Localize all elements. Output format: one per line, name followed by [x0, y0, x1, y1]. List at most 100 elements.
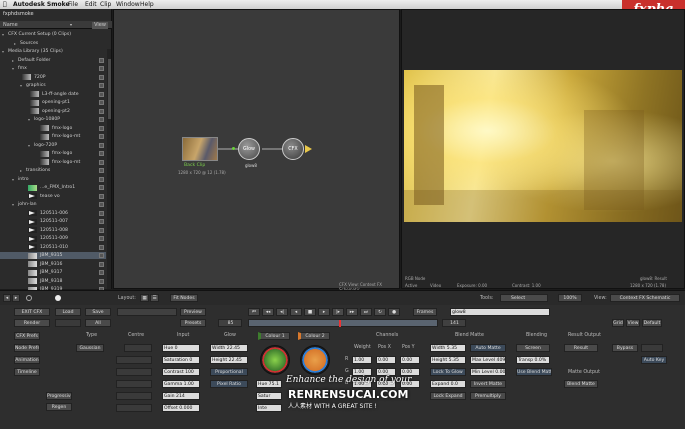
- collapse-arrow-icon[interactable]: ▸: [20, 167, 22, 174]
- expand-field[interactable]: Expand 0.0: [430, 380, 466, 388]
- library-row[interactable]: opening-pt2: [0, 108, 106, 115]
- row-checkbox[interactable]: [99, 57, 104, 63]
- row-checkbox[interactable]: [99, 159, 104, 165]
- play-back-icon[interactable]: ◂: [3, 294, 11, 302]
- preview-button[interactable]: Preview: [180, 308, 206, 316]
- frame-end-field[interactable]: 141: [442, 319, 466, 327]
- hue-field[interactable]: Hue 0: [162, 344, 200, 352]
- menu-help[interactable]: Help: [140, 1, 154, 8]
- library-row[interactable]: 120511-006: [0, 210, 106, 217]
- row-checkbox[interactable]: [99, 278, 104, 284]
- row-checkbox[interactable]: [99, 108, 104, 114]
- app-menu[interactable]: Autodesk Smoke: [13, 1, 70, 8]
- row-checkbox[interactable]: [99, 117, 104, 122]
- frames-button[interactable]: Frames: [413, 308, 437, 316]
- row-checkbox[interactable]: [99, 66, 104, 71]
- load-button[interactable]: Load: [55, 308, 81, 316]
- centre-field-6[interactable]: [116, 404, 152, 412]
- exit-cfx-button[interactable]: EXIT CFX: [14, 308, 50, 316]
- view-button-panel[interactable]: View: [626, 319, 640, 327]
- library-row[interactable]: ▾ fmx: [0, 65, 106, 72]
- setup-name-field[interactable]: [117, 308, 177, 316]
- library-row[interactable]: 120511-007: [0, 218, 106, 225]
- library-row[interactable]: tease vo: [0, 193, 106, 200]
- stop-icon[interactable]: ■: [304, 308, 316, 316]
- colour-hue-field[interactable]: Hue 75.1: [256, 380, 282, 388]
- layout-list-icon[interactable]: ☰: [150, 294, 159, 302]
- library-row[interactable]: opening-pt1: [0, 99, 106, 106]
- max-level-field[interactable]: Max Level 4095: [470, 356, 506, 364]
- result-output-dropdown[interactable]: Result: [564, 344, 598, 352]
- posx-r-field[interactable]: 0.00: [376, 356, 396, 364]
- glow-input-dot-icon[interactable]: [232, 147, 235, 150]
- type-dropdown[interactable]: Gaussian: [76, 344, 104, 352]
- library-row[interactable]: ▸ transitions: [0, 167, 106, 174]
- matte-output-dropdown[interactable]: Blend Matte: [564, 380, 598, 388]
- go-start-icon[interactable]: ⏮: [248, 308, 260, 316]
- library-row[interactable]: fmx-logo-mt: [0, 133, 106, 140]
- colour1-tab[interactable]: Colour 1: [258, 332, 290, 340]
- expand-arrow-icon[interactable]: ▾: [28, 142, 30, 149]
- row-checkbox[interactable]: [99, 125, 104, 131]
- expand-arrow-icon[interactable]: ▾: [12, 65, 14, 72]
- library-row[interactable]: JBM_9316: [0, 261, 106, 268]
- blend-matte-height-field[interactable]: Height 5.35: [430, 356, 466, 364]
- invert-matte-button[interactable]: Invert Matte: [470, 380, 506, 388]
- expand-arrow-icon[interactable]: ▾: [12, 201, 14, 208]
- clip-name-field[interactable]: glow8: [450, 308, 550, 316]
- row-checkbox[interactable]: [99, 100, 104, 105]
- glow-height-field[interactable]: Height 22.45: [210, 356, 248, 364]
- library-row[interactable]: JBM_9315: [0, 252, 106, 259]
- progressive-button[interactable]: Progressive: [46, 392, 72, 400]
- saturation-field[interactable]: Saturation 0: [162, 356, 200, 364]
- timeline-scrubber[interactable]: [248, 319, 438, 327]
- library-row[interactable]: JBM_9317: [0, 269, 106, 276]
- prev-frame-icon[interactable]: ◂|: [276, 308, 288, 316]
- back-clip-node[interactable]: [182, 137, 218, 161]
- auto-key-toggle[interactable]: Auto Key: [641, 356, 667, 364]
- bypass-button[interactable]: Bypass: [612, 344, 638, 352]
- lock-expand-button[interactable]: Lock Expand: [430, 392, 466, 400]
- expand-arrow-icon[interactable]: ▾: [2, 31, 4, 38]
- colour1-wheel[interactable]: [260, 345, 290, 375]
- posy-r-field[interactable]: 0.00: [400, 356, 420, 364]
- min-level-field[interactable]: Min Level 0.00: [470, 368, 506, 376]
- schematic-view[interactable]: Back Clip 1280 x 720 @ 12 (1.78) Glow gl…: [113, 9, 400, 292]
- centre-field-3[interactable]: [116, 368, 152, 376]
- row-checkbox[interactable]: [99, 210, 104, 216]
- radio-on-icon[interactable]: [55, 295, 61, 301]
- render-dropdown[interactable]: Render: [14, 319, 50, 327]
- image-viewer[interactable]: RGB Node Active Video Exposure: 0.00 Con…: [401, 9, 685, 289]
- weight-r-field[interactable]: 1.00: [352, 356, 372, 364]
- menu-edit[interactable]: Edit: [85, 1, 97, 8]
- play-reverse-icon[interactable]: ◂: [290, 308, 302, 316]
- step-forward-icon[interactable]: ▸▸: [346, 308, 358, 316]
- glow-node[interactable]: Glow: [238, 138, 260, 160]
- lock-to-glow-button[interactable]: Lock To Glow: [430, 368, 466, 376]
- expand-arrow-icon[interactable]: ▾: [12, 176, 14, 183]
- playhead[interactable]: [339, 320, 341, 327]
- row-checkbox[interactable]: [99, 227, 104, 233]
- library-row[interactable]: 120511-008: [0, 227, 106, 234]
- colour2-tab[interactable]: Colour 2: [298, 332, 330, 340]
- timeline-button[interactable]: Timeline: [14, 368, 40, 376]
- next-frame-icon[interactable]: |▸: [332, 308, 344, 316]
- frame-start-field[interactable]: 85: [218, 319, 242, 327]
- proportional-toggle[interactable]: Proportional: [210, 368, 248, 376]
- blend-mode-dropdown[interactable]: Screen: [516, 344, 550, 352]
- premultiply-button[interactable]: Premultiply: [470, 392, 506, 400]
- radio-off-icon[interactable]: [26, 295, 32, 301]
- row-checkbox[interactable]: [99, 134, 104, 139]
- contrast-field[interactable]: Contrast 100: [162, 368, 200, 376]
- library-row[interactable]: ▾ Media Library (35 Clips): [0, 48, 106, 55]
- render-mode-dropdown[interactable]: [55, 319, 81, 327]
- colour-saturation-field[interactable]: Satur: [256, 392, 282, 400]
- transparency-field[interactable]: Transp 0.0%: [516, 356, 550, 364]
- library-row[interactable]: fmx-logo-mt: [0, 159, 106, 166]
- library-scrollbar[interactable]: [107, 49, 111, 289]
- loop-icon[interactable]: ↻: [374, 308, 386, 316]
- all-dropdown[interactable]: All: [85, 319, 111, 327]
- row-checkbox[interactable]: [99, 185, 104, 190]
- library-row[interactable]: fmx-logo: [0, 125, 106, 132]
- colour2-wheel[interactable]: [300, 345, 330, 375]
